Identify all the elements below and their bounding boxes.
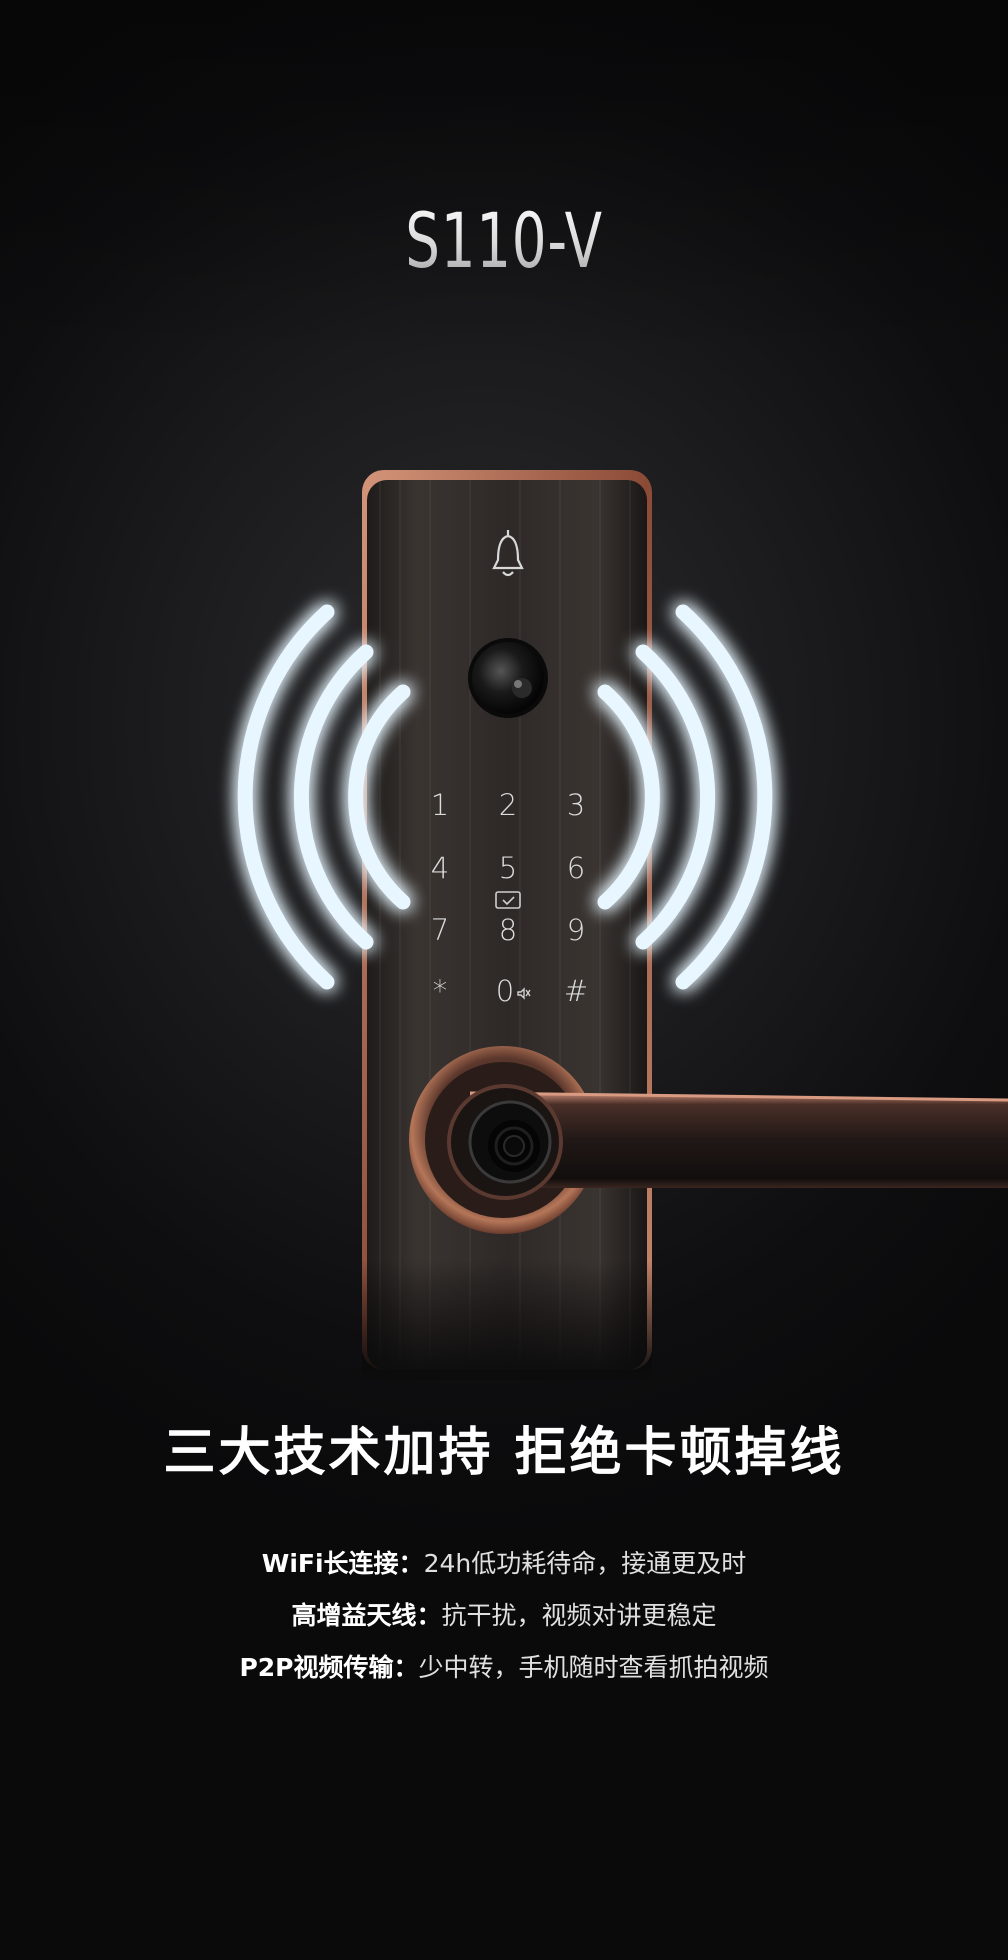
key-5[interactable]: 5 <box>488 848 528 888</box>
key-hash[interactable]: # <box>556 971 596 1011</box>
headline: 三大技术加持 拒绝卡顿掉线 <box>163 1423 845 1483</box>
key-9[interactable]: 9 <box>556 910 596 950</box>
key-1[interactable]: 1 <box>420 785 460 825</box>
feature-label: 高增益天线： <box>291 1601 442 1630</box>
feature-item: 高增益天线：抗干扰，视频对讲更稳定 <box>0 1590 1008 1642</box>
feature-item: P2P视频传输：少中转，手机随时查看抓拍视频 <box>0 1642 1008 1694</box>
key-4[interactable]: 4 <box>420 848 460 888</box>
key-6[interactable]: 6 <box>556 848 596 888</box>
key-2[interactable]: 2 <box>488 785 528 825</box>
feature-list: WiFi长连接：24h低功耗待命，接通更及时 高增益天线：抗干扰，视频对讲更稳定… <box>0 1538 1008 1694</box>
key-7[interactable]: 7 <box>420 910 460 950</box>
camera-lens-icon <box>468 638 548 718</box>
product-poster: S110-V 1 2 3 4 5 6 7 8 9 * 0 # 三大技术加持 拒绝… <box>0 0 1008 1960</box>
feature-label: P2P视频传输： <box>239 1653 419 1682</box>
feature-label: WiFi长连接： <box>261 1549 424 1578</box>
feature-desc: 少中转，手机随时查看抓拍视频 <box>418 1653 769 1682</box>
fingerprint-sensor-icon[interactable] <box>468 1100 552 1184</box>
key-8[interactable]: 8 <box>488 910 528 950</box>
key-0[interactable]: 0 <box>485 971 525 1011</box>
feature-desc: 抗干扰，视频对讲更稳定 <box>441 1601 717 1630</box>
smart-lock-illustration <box>237 470 1008 1380</box>
key-star[interactable]: * <box>420 971 460 1011</box>
key-3[interactable]: 3 <box>556 785 596 825</box>
feature-item: WiFi长连接：24h低功耗待命，接通更及时 <box>0 1538 1008 1590</box>
feature-desc: 24h低功耗待命，接通更及时 <box>423 1549 747 1578</box>
